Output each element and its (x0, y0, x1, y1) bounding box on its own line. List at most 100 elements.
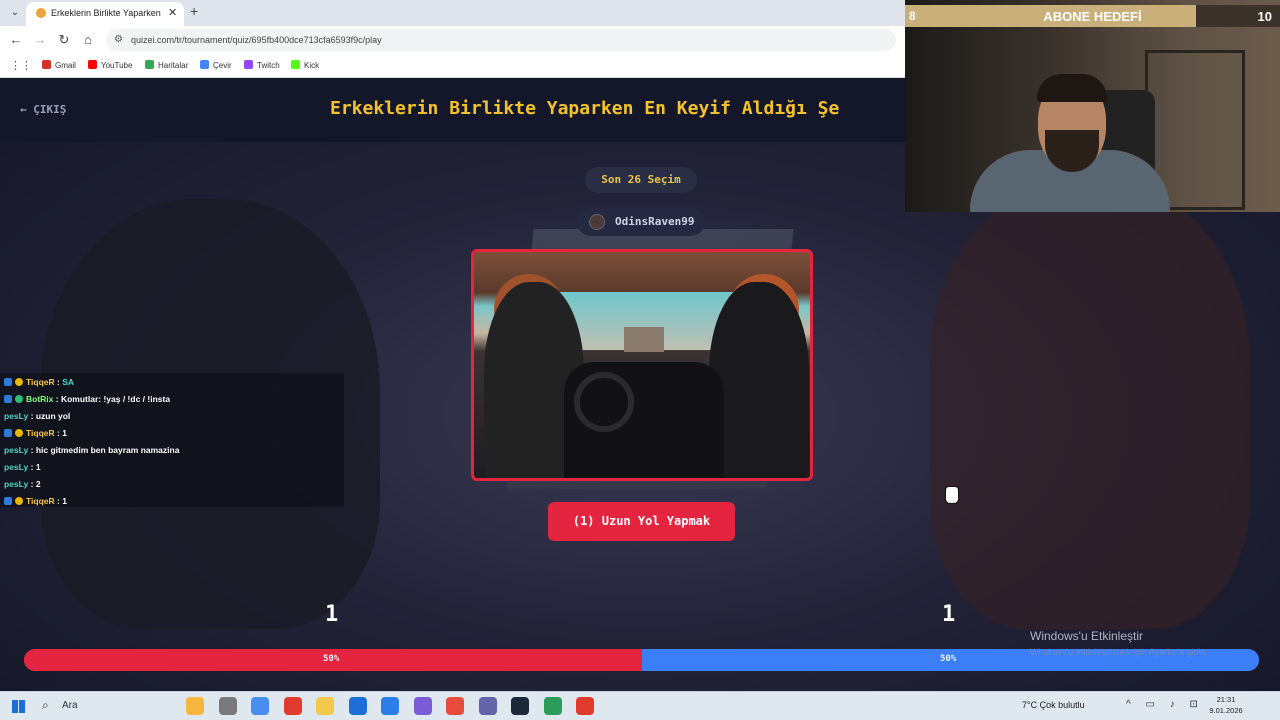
forward-icon[interactable]: → (32, 32, 48, 47)
bookmark-icon (244, 60, 253, 69)
hand-cursor-icon (946, 487, 958, 503)
chat-username: pesLy (4, 445, 29, 455)
windows-start-icon[interactable] (12, 700, 25, 713)
background-figure-right (930, 189, 1250, 629)
score-right: 1 (942, 602, 956, 627)
chat-separator: : (28, 411, 36, 421)
bookmark-item[interactable]: Haritalar (145, 60, 188, 70)
bookmark-item[interactable]: YouTube (88, 60, 132, 70)
taskbar-app-icon[interactable] (446, 697, 464, 715)
taskbar-app-icon[interactable] (413, 697, 432, 715)
chat-username: TiqqeR (26, 377, 55, 387)
taskbar-app-icon[interactable] (576, 697, 594, 715)
passenger-right-body (709, 282, 809, 478)
taskbar-app-icon[interactable] (543, 697, 562, 715)
mod-badge-icon (4, 378, 12, 386)
chat-message: pesLy : 1 (4, 462, 41, 472)
tab-favicon-icon (36, 8, 46, 18)
reload-icon[interactable]: ↻ (56, 32, 72, 48)
exit-button[interactable]: ← ÇIKIŞ (20, 103, 66, 116)
tab-search-icon[interactable]: ⌄ (6, 5, 24, 21)
chat-username: TiqqeR (26, 428, 55, 438)
chat-text: 2 (35, 479, 41, 489)
tab-title: Erkeklerin Birlikte Yaparken En K (51, 8, 163, 18)
vip-badge-icon (15, 497, 23, 505)
taskbar-app-icon[interactable] (381, 697, 399, 715)
chat-message: TiqqeR : SA (4, 377, 74, 387)
windows-activate-subtitle: Windows'u etkinleştirmek için Ayarlar'a … (1030, 647, 1208, 657)
clock[interactable]: 21:31 9.01.2026 (1206, 694, 1246, 716)
exit-label: ÇIKIŞ (33, 103, 67, 116)
home-icon[interactable]: ⌂ (80, 32, 96, 47)
bookmark-label: Gmail (55, 61, 76, 70)
bot-badge-icon (15, 395, 23, 403)
vote-right-label: 50% (940, 654, 957, 664)
webcam-overlay: 8 ABONE HEDEFİ 10 (905, 0, 1280, 212)
weather-widget[interactable]: 7°C Çok bulutlu (1022, 700, 1085, 710)
score-left: 1 (325, 602, 339, 627)
steering-wheel (574, 372, 634, 432)
bookmarks-bar: ⋮⋮ Gmail YouTube Haritalar Çevir Twitch Kick (0, 54, 905, 78)
taskbar-app-icon[interactable] (316, 697, 334, 715)
bookmark-icon (145, 60, 154, 69)
taskbar-app-icon[interactable] (511, 697, 529, 715)
bookmark-label: Twitch (257, 61, 280, 70)
chat-message: TiqqeR : 1 (4, 428, 67, 438)
browser-tab-bar: ⌄ Erkeklerin Birlikte Yaparken En K ✕ + (0, 0, 905, 26)
bookmark-label: Haritalar (158, 61, 189, 70)
last-choices-badge: Son 26 Seçim (585, 167, 697, 193)
site-info-icon[interactable]: ⚙ (114, 34, 123, 45)
bookmark-icon (88, 60, 97, 69)
browser-tab[interactable]: Erkeklerin Birlikte Yaparken En K ✕ (26, 2, 184, 26)
chat-separator: : (28, 445, 36, 455)
clock-time: 21:31 (1216, 695, 1236, 704)
mod-badge-icon (4, 429, 12, 437)
taskbar-app-icon[interactable] (283, 697, 302, 715)
taskbar-app-icon[interactable] (478, 697, 497, 715)
chat-text: SA (62, 377, 75, 387)
choice-button[interactable]: (1) Uzun Yol Yapmak (548, 502, 735, 541)
bookmark-item[interactable]: Çevir (200, 60, 232, 70)
bookmark-item[interactable]: Gmail (42, 60, 76, 70)
tab-close-icon[interactable]: ✕ (168, 6, 177, 19)
user-badge: OdinsRaven99 (577, 208, 705, 236)
taskbar-app-icon[interactable] (348, 697, 367, 715)
bookmark-label: YouTube (101, 61, 133, 70)
chat-separator: : (53, 394, 61, 404)
chat-overlay: TiqqeR : SA BotRix : Komutlar: !yaş / !dc… (0, 373, 344, 507)
bookmark-icon (291, 60, 300, 69)
apps-grid-icon[interactable]: ⋮⋮ (10, 59, 32, 72)
mod-badge-icon (4, 395, 12, 403)
chat-message: TiqqeR : 1 (4, 496, 67, 506)
address-bar-row: ← → ↻ ⌂ ⚙ quizei.com/tr/tournament/quiz/… (0, 26, 905, 54)
bookmark-label: Çevir (213, 61, 232, 70)
back-icon[interactable]: ← (8, 32, 24, 47)
taskbar-app-icon[interactable] (186, 697, 204, 715)
chat-text: uzun yol (35, 411, 71, 421)
search-icon[interactable]: ⌕ (42, 698, 49, 713)
chat-message: pesLy : hic gitmedim ben bayram namazina (4, 445, 179, 455)
url-field[interactable]: ⚙ quizei.com/tr/tournament/quiz/695fb400… (106, 29, 896, 51)
subscriber-goal-bar: 8 ABONE HEDEFİ 10 (905, 5, 1280, 27)
goal-target: 10 (1257, 9, 1272, 24)
chat-username: BotRix (26, 394, 54, 404)
vip-badge-icon (15, 378, 23, 386)
bookmark-label: Kick (304, 61, 320, 70)
taskbar-app-icon[interactable] (251, 697, 269, 715)
chat-text: 1 (62, 428, 67, 438)
taskbar-app-icon[interactable] (218, 697, 237, 715)
avatar (589, 214, 605, 230)
chat-message: pesLy : 2 (4, 479, 41, 489)
bookmark-item[interactable]: Kick (291, 60, 319, 70)
cam-hair (1037, 74, 1107, 102)
bookmark-icon (42, 60, 51, 69)
mod-badge-icon (4, 497, 12, 505)
choice-image[interactable] (471, 249, 813, 481)
bookmark-item[interactable]: Twitch (244, 60, 280, 70)
vote-left-label: 50% (323, 654, 340, 664)
windows-taskbar: ⌕ Ara 7°C Çok bulutlu ^ ▭ ♪ ⊡ 21:31 9.01… (0, 691, 1280, 720)
system-tray-icons[interactable]: ^ ▭ ♪ ⊡ (1126, 699, 1204, 710)
taskbar-search-label[interactable]: Ara (62, 700, 78, 711)
username: OdinsRaven99 (615, 215, 695, 228)
new-tab-icon[interactable]: + (190, 3, 198, 19)
